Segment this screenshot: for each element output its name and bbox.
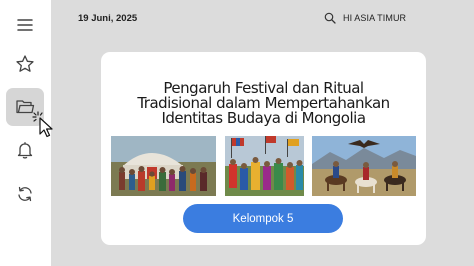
title-line: Identitas Budaya di Mongolia	[161, 109, 366, 127]
bell-icon	[17, 142, 33, 159]
mouse-cursor-icon	[32, 111, 53, 138]
favorites-button[interactable]	[6, 45, 44, 83]
festival-dancers-with-flags-photo	[225, 136, 304, 196]
refresh-button[interactable]	[6, 175, 44, 213]
title-card: Pengaruh Festival dan Ritual Tradisional…	[101, 52, 426, 245]
user-greeting: HI ASIA TIMUR	[343, 13, 407, 23]
yurt-people-photo	[111, 136, 216, 196]
festival-photo	[225, 136, 304, 196]
presentation-title: Pengaruh Festival dan Ritual Tradisional…	[101, 81, 426, 126]
group-button[interactable]: Kelompok 5	[183, 204, 343, 233]
eagle-riders-photo	[312, 136, 416, 196]
horse-riders-with-eagle-photo	[312, 136, 416, 196]
star-icon	[16, 55, 34, 72]
menu-button[interactable]	[6, 6, 44, 44]
people-in-front-of-yurt-photo	[111, 136, 216, 196]
refresh-icon	[18, 186, 32, 202]
menu-icon	[17, 19, 33, 31]
search-icon[interactable]	[324, 12, 336, 24]
current-date: 19 Juni, 2025	[78, 13, 138, 24]
